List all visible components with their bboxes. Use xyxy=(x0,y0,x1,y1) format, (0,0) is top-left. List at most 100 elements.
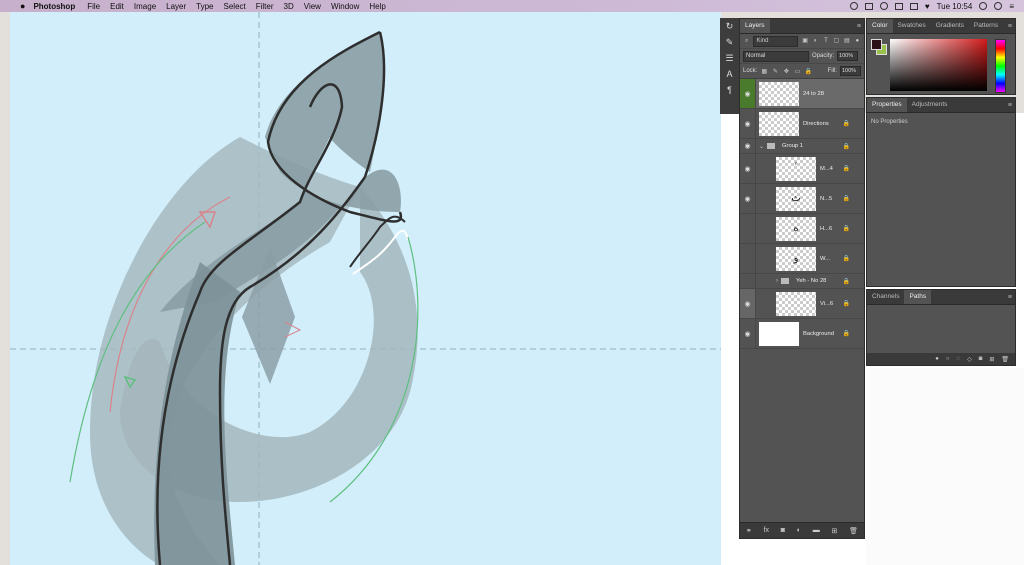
visibility-eye-icon[interactable]: ◉ xyxy=(740,109,756,138)
menu-filter[interactable]: Filter xyxy=(256,2,274,11)
layer-name[interactable]: N...5 xyxy=(820,196,832,202)
clock[interactable]: Tue 10:54 xyxy=(937,2,973,11)
tab-adjustments[interactable]: Adjustments xyxy=(907,98,953,112)
tab-properties[interactable]: Properties xyxy=(867,98,907,112)
panel-menu-icon[interactable]: ≡ xyxy=(1008,294,1012,301)
artboard-canvas[interactable] xyxy=(10,12,721,565)
visibility-eye-icon[interactable] xyxy=(740,244,756,273)
apple-menu-icon[interactable]: ● xyxy=(20,1,25,11)
filter-type-icon[interactable]: T xyxy=(822,37,829,45)
visibility-eye-icon[interactable]: ◉ xyxy=(740,139,756,153)
bluetooth-icon[interactable] xyxy=(909,2,918,10)
tab-layers[interactable]: Layers xyxy=(740,19,770,33)
tab-patterns[interactable]: Patterns xyxy=(969,19,1003,33)
layer-row[interactable]: ◉ ٴ M...4 🔒 xyxy=(740,154,864,184)
panel-menu-icon[interactable]: ≡ xyxy=(1008,102,1012,109)
make-path-icon[interactable]: ◇ xyxy=(967,356,972,363)
layer-name[interactable]: Yeh - No 28 xyxy=(796,278,826,284)
layer-name[interactable]: Background xyxy=(803,331,834,337)
visibility-eye-icon[interactable]: ◉ xyxy=(740,184,756,213)
sync-icon[interactable] xyxy=(879,2,888,10)
brush-icon[interactable]: ✎ xyxy=(720,34,739,50)
hue-slider[interactable] xyxy=(995,39,1006,93)
adjustments-icon[interactable]: ☰ xyxy=(720,50,739,66)
expand-arrow-icon[interactable]: ⌄ xyxy=(759,143,764,150)
tab-gradients[interactable]: Gradients xyxy=(931,19,969,33)
visibility-eye-icon[interactable]: ◉ xyxy=(740,319,756,348)
layer-name[interactable]: Directions xyxy=(803,121,829,127)
layer-name[interactable]: 24 to 28 xyxy=(803,91,824,97)
lock-artboard-icon[interactable]: ▭ xyxy=(793,68,801,75)
visibility-eye-icon[interactable]: ◉ xyxy=(740,79,756,108)
filter-shape-icon[interactable]: ▢ xyxy=(833,37,840,45)
group-row[interactable]: ◉ ⌄ Group 1 🔒 xyxy=(740,139,864,154)
menu-image[interactable]: Image xyxy=(134,2,156,11)
paragraph-icon[interactable]: ¶ xyxy=(720,82,739,98)
layer-row[interactable]: ◉ Directions 🔒 xyxy=(740,109,864,139)
search-icon[interactable] xyxy=(979,2,988,10)
lock-position-icon[interactable]: ✥ xyxy=(782,68,790,75)
visibility-eye-icon[interactable] xyxy=(740,274,756,288)
tab-channels[interactable]: Channels xyxy=(867,290,904,304)
layer-row[interactable]: ◉ Vi...6 🔒 xyxy=(740,289,864,319)
trash-icon[interactable]: 🗑 xyxy=(1001,356,1009,363)
group-row[interactable]: › Yeh - No 28 🔒 xyxy=(740,274,864,289)
lock-all-icon[interactable]: 🔒 xyxy=(804,68,812,75)
layer-row[interactable]: ه H...6 🔒 xyxy=(740,214,864,244)
panel-menu-icon[interactable]: ≡ xyxy=(1008,23,1012,30)
visibility-eye-icon[interactable] xyxy=(740,214,756,243)
color-field[interactable] xyxy=(890,39,987,91)
history-icon[interactable]: ↻ xyxy=(720,18,739,34)
display-icon[interactable] xyxy=(894,2,903,10)
menu-3d[interactable]: 3D xyxy=(284,2,294,11)
layer-row[interactable]: و W... 🔒 xyxy=(740,244,864,274)
kind-filter-select[interactable]: Kind xyxy=(753,35,799,47)
panel-menu-icon[interactable]: ≡ xyxy=(857,23,861,30)
menu-window[interactable]: Window xyxy=(331,2,359,11)
menu-select[interactable]: Select xyxy=(224,2,246,11)
menu-edit[interactable]: Edit xyxy=(110,2,124,11)
layer-name[interactable]: Group 1 xyxy=(782,143,803,149)
visibility-eye-icon[interactable]: ◉ xyxy=(740,289,756,318)
dropbox-icon[interactable] xyxy=(864,2,873,10)
foreground-color-swatch[interactable] xyxy=(871,39,882,50)
layer-row[interactable]: ◉ Background 🔒 xyxy=(740,319,864,349)
menu-view[interactable]: View xyxy=(304,2,321,11)
filter-pixel-icon[interactable]: ▣ xyxy=(801,37,808,45)
menu-layer[interactable]: Layer xyxy=(166,2,186,11)
app-name-menu[interactable]: Photoshop xyxy=(33,2,75,11)
fill-field[interactable]: 100% xyxy=(840,66,861,76)
layer-row[interactable]: ◉ ث N...5 🔒 xyxy=(740,184,864,214)
menu-file[interactable]: File xyxy=(87,2,100,11)
visibility-eye-icon[interactable]: ◉ xyxy=(740,154,756,183)
layer-name[interactable]: W... xyxy=(820,256,830,262)
layer-name[interactable]: H...6 xyxy=(820,226,832,232)
folder-icon[interactable]: ▬ xyxy=(813,527,820,534)
trash-icon[interactable]: 🗑 xyxy=(849,527,858,535)
layer-name[interactable]: M...4 xyxy=(820,166,833,172)
opacity-field[interactable]: 100% xyxy=(837,51,859,61)
user-icon[interactable] xyxy=(994,2,1003,10)
tab-paths[interactable]: Paths xyxy=(904,290,932,304)
load-selection-icon[interactable]: ◌ xyxy=(957,356,961,362)
filter-toggle-icon[interactable]: ● xyxy=(854,37,861,45)
filter-adjustment-icon[interactable]: ◐ xyxy=(812,37,819,45)
stroke-path-icon[interactable]: ○ xyxy=(946,356,950,362)
fx-icon[interactable]: fx xyxy=(764,527,769,534)
mask-icon[interactable]: ◙ xyxy=(781,527,785,534)
control-center-icon[interactable]: ≡ xyxy=(1009,2,1014,11)
new-path-icon[interactable]: ⊞ xyxy=(989,356,994,363)
layer-name[interactable]: Vi...6 xyxy=(820,301,833,307)
menu-help[interactable]: Help xyxy=(369,2,385,11)
lock-image-icon[interactable]: ✎ xyxy=(771,68,779,75)
tab-color[interactable]: Color xyxy=(867,19,893,33)
adjustment-icon[interactable]: ◐ xyxy=(797,527,801,534)
mask-icon[interactable]: ◙ xyxy=(979,356,983,362)
lock-transparent-icon[interactable]: ▦ xyxy=(760,68,768,75)
record-icon[interactable] xyxy=(849,2,858,10)
menu-type[interactable]: Type xyxy=(196,2,213,11)
wifi-icon[interactable]: ♥ xyxy=(925,2,930,11)
blend-mode-select[interactable]: Normal xyxy=(743,50,809,62)
link-icon[interactable]: ⚭ xyxy=(746,527,752,535)
filter-smart-icon[interactable]: ▤ xyxy=(843,37,850,45)
